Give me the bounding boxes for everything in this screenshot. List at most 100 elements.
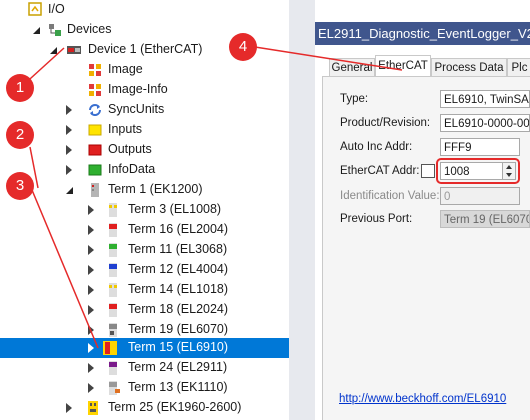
callout-badge-4: 4: [229, 33, 257, 61]
collapse-arrow-icon[interactable]: [88, 325, 94, 335]
tree-item-label: I/O: [48, 2, 65, 16]
terminal-purple-icon: [109, 361, 117, 375]
infodata-icon: [88, 164, 102, 176]
tree-item-term3[interactable]: Term 3 (EL1008): [0, 200, 289, 220]
expand-arrow-icon[interactable]: [50, 47, 57, 54]
sync-icon: [89, 104, 101, 116]
solution-tree: I/O Devices Device 1 (EtherCAT) Image Im…: [0, 0, 289, 420]
tree-item-label: Devices: [67, 22, 112, 36]
expand-arrow-icon[interactable]: [66, 187, 73, 194]
tree-item-term24[interactable]: Term 24 (EL2911): [0, 358, 289, 378]
tree-item-inputs[interactable]: Inputs: [0, 120, 289, 140]
terminal-extension-icon: [109, 381, 120, 395]
expand-arrow-icon[interactable]: [33, 27, 40, 34]
tree-item-image-info[interactable]: Image-Info: [0, 80, 289, 100]
tab-plc[interactable]: Plc: [507, 58, 530, 77]
tree-item-label: Term 1 (EK1200): [108, 182, 203, 196]
tree-item-label: Term 24 (EL2911): [128, 360, 228, 374]
tab-strip: General EtherCAT Process Data Plc: [315, 52, 530, 78]
tree-item-label: Term 15 (EL6910): [128, 340, 229, 354]
spin-down-icon[interactable]: [506, 173, 512, 177]
collapse-arrow-icon[interactable]: [88, 383, 94, 393]
tree-item-term16[interactable]: Term 16 (EL2004): [0, 220, 289, 240]
ethercat-addr-checkbox[interactable]: [421, 164, 435, 178]
devices-icon: [49, 24, 61, 36]
tree-item-label: Outputs: [108, 142, 152, 156]
product-revision-field[interactable]: EL6910-0000-0017: [440, 114, 530, 132]
tree-item-label: Inputs: [108, 122, 143, 136]
spin-up-icon[interactable]: [506, 165, 512, 169]
terminal-yellow-icon: [109, 283, 117, 297]
collapse-arrow-icon[interactable]: [88, 245, 94, 255]
io-folder-icon: [28, 2, 42, 16]
previous-port-label: Previous Port:: [340, 213, 413, 225]
terminal-red-icon: [109, 223, 117, 237]
panel-title: EL2911_Diagnostic_EventLogger_V2: [318, 26, 530, 41]
tree-item-label: Term 13 (EK1110): [128, 380, 228, 394]
tree-item-io[interactable]: I/O: [0, 0, 289, 20]
tree-item-term13[interactable]: Term 13 (EK1110): [0, 378, 289, 398]
tree-item-term11[interactable]: Term 11 (EL3068): [0, 240, 289, 260]
terminal-yellow-icon: [109, 203, 117, 217]
auto-inc-addr-field[interactable]: FFF9: [440, 138, 520, 156]
type-label: Type:: [340, 93, 369, 105]
tree-item-term18[interactable]: Term 18 (EL2024): [0, 300, 289, 320]
ethercat-master-icon: [67, 46, 81, 54]
tree-item-label: Term 12 (EL4004): [128, 262, 229, 276]
identification-value-label: Identification Value:: [340, 190, 440, 202]
terminal-blue-icon: [109, 263, 117, 277]
callout-badge-2: 2: [6, 121, 34, 149]
type-field[interactable]: EL6910, TwinSAFE: [440, 90, 530, 108]
terminal-green-icon: [109, 243, 117, 257]
collapse-arrow-icon[interactable]: [66, 105, 72, 115]
tree-item-syncunits[interactable]: SyncUnits: [0, 100, 289, 120]
collapse-arrow-icon[interactable]: [88, 305, 94, 315]
collapse-arrow-icon[interactable]: [66, 165, 72, 175]
collapse-arrow-icon[interactable]: [88, 343, 94, 353]
collapse-arrow-icon[interactable]: [88, 363, 94, 373]
tab-process-data[interactable]: Process Data: [431, 58, 507, 77]
collapse-arrow-icon[interactable]: [88, 265, 94, 275]
collapse-arrow-icon[interactable]: [66, 125, 72, 135]
identification-value-field: 0: [440, 187, 520, 205]
inputs-icon: [88, 124, 102, 136]
tree-item-label: Term 25 (EK1960-2600): [108, 400, 242, 414]
outputs-icon: [88, 144, 102, 156]
terminal-red-icon: [109, 303, 117, 317]
tree-item-label: Device 1 (EtherCAT): [88, 42, 203, 56]
tree-item-term14[interactable]: Term 14 (EL1018): [0, 280, 289, 300]
tree-item-label: SyncUnits: [108, 102, 165, 116]
tree-item-label: Term 18 (EL2024): [128, 302, 229, 316]
tree-item-term25[interactable]: Term 25 (EK1960-2600): [0, 398, 289, 418]
tree-item-term15[interactable]: Term 15 (EL6910): [0, 338, 289, 358]
ethercat-addr-field[interactable]: 1008: [440, 162, 504, 180]
image-info-icon: [89, 84, 101, 96]
tree-item-term19[interactable]: Term 19 (EL6070): [0, 320, 289, 340]
tree-item-outputs[interactable]: Outputs: [0, 140, 289, 160]
tree-item-label: Term 14 (EL1018): [128, 282, 229, 296]
tree-item-label: Term 16 (EL2004): [128, 222, 229, 236]
tree-item-infodata[interactable]: InfoData: [0, 160, 289, 180]
collapse-arrow-icon[interactable]: [66, 403, 72, 413]
collapse-arrow-icon[interactable]: [66, 145, 72, 155]
tree-item-label: Term 3 (EL1008): [128, 202, 222, 216]
tree-item-label: Term 11 (EL3068): [128, 242, 228, 256]
tree-item-label: Image-Info: [108, 82, 168, 96]
collapse-arrow-icon[interactable]: [88, 225, 94, 235]
terminal-grey-icon: [109, 323, 117, 337]
previous-port-dropdown[interactable]: Term 19 (EL6070): [440, 210, 530, 228]
tab-general[interactable]: General: [329, 58, 375, 77]
product-revision-label: Product/Revision:: [340, 117, 431, 129]
tree-item-term12[interactable]: Term 12 (EL4004): [0, 260, 289, 280]
collapse-arrow-icon[interactable]: [88, 205, 94, 215]
tree-item-term1[interactable]: Term 1 (EK1200): [0, 180, 289, 200]
ethercat-addr-spinner[interactable]: [502, 162, 516, 180]
collapse-arrow-icon[interactable]: [88, 285, 94, 295]
ethercat-addr-label: EtherCAT Addr:: [340, 165, 420, 177]
terminal-safety-icon: [103, 341, 117, 355]
tree-item-image[interactable]: Image: [0, 60, 289, 80]
callout-badge-1: 1: [6, 74, 34, 102]
product-link[interactable]: http://www.beckhoff.com/EL6910: [339, 393, 506, 405]
tree-item-label: Term 19 (EL6070): [128, 322, 229, 336]
tab-ethercat[interactable]: EtherCAT: [375, 55, 431, 78]
